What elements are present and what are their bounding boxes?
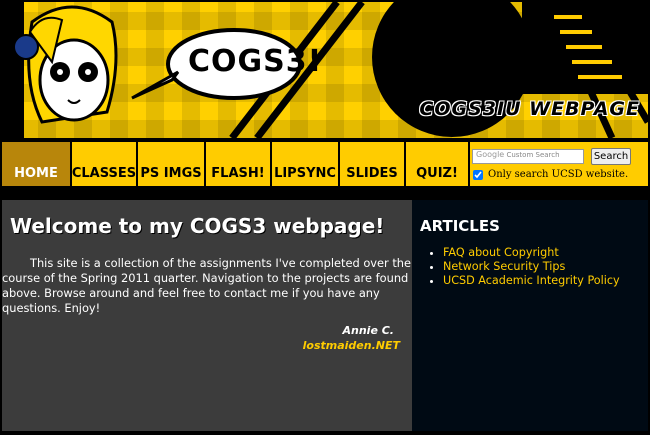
nav-quiz[interactable]: QUIZ! [406,142,470,186]
nav-classes[interactable]: CLASSES [72,142,138,186]
site-link[interactable]: lostmaiden.NET [303,339,400,352]
nav-slides[interactable]: SLIDES [340,142,406,186]
ucsd-only-checkbox[interactable] [473,170,483,180]
sidebar: ARTICLES FAQ about Copyright Network Sec… [412,200,648,431]
ucsd-only-label: Only search UCSD website. [488,169,629,180]
main-content: Welcome to my COGS3 webpage! This site i… [2,200,412,431]
article-link-copyright[interactable]: FAQ about Copyright [443,246,559,259]
intro-text: This site is a collection of the assignm… [2,256,412,315]
nav-bar: HOME CLASSES PS IMGS FLASH! LIPSYNC SLID… [2,138,648,190]
google-label: Google [476,150,505,159]
search-placeholder: Custom Search [506,151,560,159]
articles-title: ARTICLES [420,217,500,235]
nav-home[interactable]: HOME [2,142,72,186]
list-item: FAQ about Copyright [443,246,620,260]
search-button[interactable]: Search [591,148,631,165]
list-item: Network Security Tips [443,260,620,274]
banner-title: COGS3IU WEBPAGE [419,98,640,120]
nav-ps-imgs[interactable]: PS IMGS [138,142,206,186]
article-link-security[interactable]: Network Security Tips [443,260,565,273]
article-link-integrity[interactable]: UCSD Academic Integrity Policy [443,274,620,287]
list-item: UCSD Academic Integrity Policy [443,274,620,288]
page: COGS3! COGS3IU WEBPAGE HOME CLASSES PS I… [2,2,648,431]
search-input[interactable]: Google Custom Search [472,149,584,164]
nav-lipsync[interactable]: LIPSYNC [272,142,340,186]
nav-flash[interactable]: FLASH! [206,142,272,186]
bubble-text: COGS3! [188,44,323,79]
search-box: Google Custom Search Search Only search … [470,142,648,186]
articles-list: FAQ about Copyright Network Security Tip… [422,246,620,288]
page-title: Welcome to my COGS3 webpage! [10,214,385,238]
banner: COGS3! COGS3IU WEBPAGE [2,2,648,138]
author-name: Annie C. [342,324,395,337]
